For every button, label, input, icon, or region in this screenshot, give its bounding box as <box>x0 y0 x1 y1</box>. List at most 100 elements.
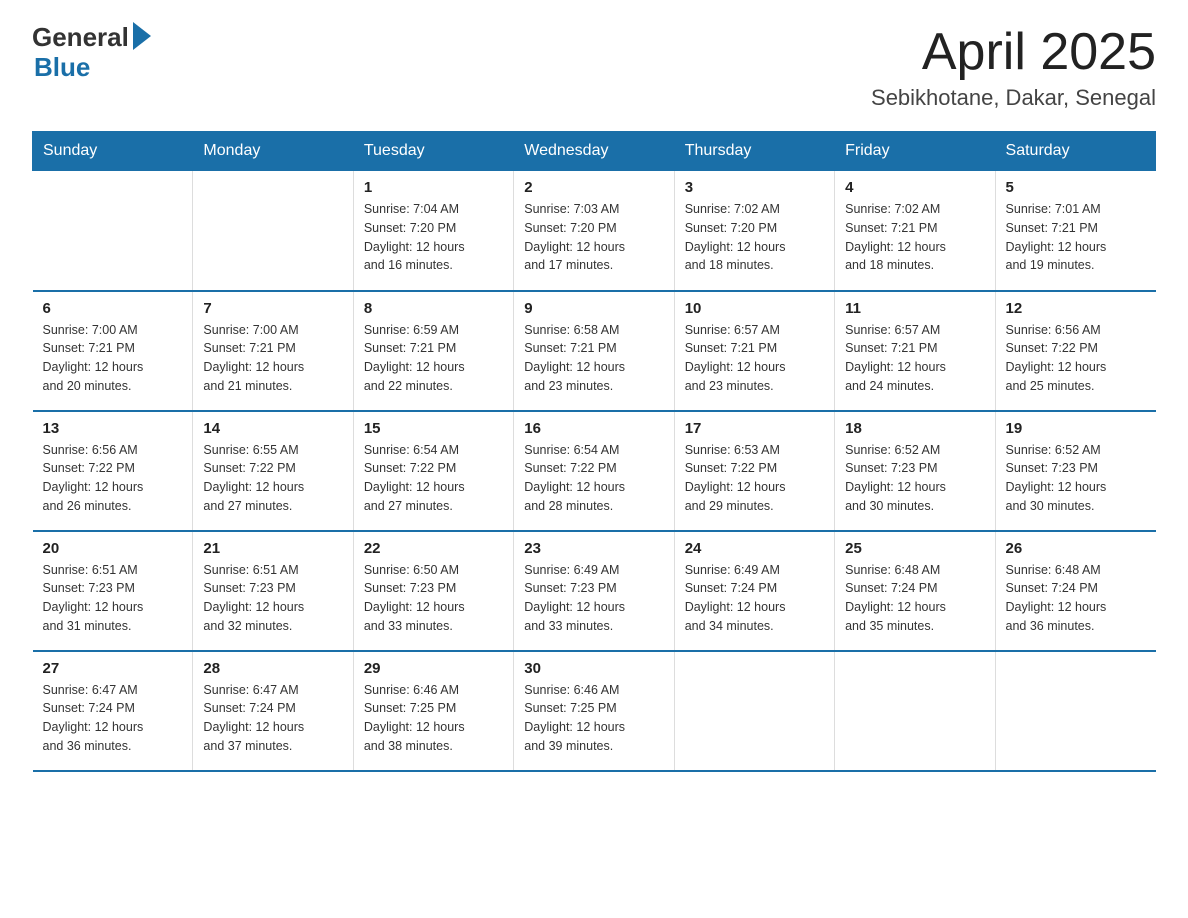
weekday-header-monday: Monday <box>193 132 353 171</box>
weekday-header-tuesday: Tuesday <box>353 132 513 171</box>
calendar-table: SundayMondayTuesdayWednesdayThursdayFrid… <box>32 131 1156 772</box>
calendar-cell: 5Sunrise: 7:01 AMSunset: 7:21 PMDaylight… <box>995 171 1155 291</box>
day-info: Sunrise: 6:58 AMSunset: 7:21 PMDaylight:… <box>524 321 663 396</box>
calendar-cell: 13 Sunrise: 6:56 AMSunset: 7:22 PMDayligh… <box>33 411 193 531</box>
day-info: Sunrise: 6:57 AMSunset: 7:21 PMDaylight:… <box>685 321 824 396</box>
day-info: Sunrise: 6:53 AMSunset: 7:22 PMDaylight:… <box>685 441 824 516</box>
day-number: 10 <box>685 300 824 317</box>
page-header: General Blue April 2025 Sebikhotane, Dak… <box>32 24 1156 111</box>
calendar-cell: 6 Sunrise: 7:00 AMSunset: 7:21 PMDaylight… <box>33 291 193 411</box>
calendar-cell: 25Sunrise: 6:48 AMSunset: 7:24 PMDayligh… <box>835 531 995 651</box>
week-row-1: 1 Sunrise: 7:04 AMSunset: 7:20 PMDaylight… <box>33 171 1156 291</box>
calendar-cell: 30 Sunrise: 6:46 AMSunset: 7:25 PMDayligh… <box>514 651 674 771</box>
day-info: Sunrise: 6:56 AMSunset: 7:22 PMDaylight:… <box>43 441 183 516</box>
day-number: 12 <box>1006 300 1146 317</box>
day-info: Sunrise: 6:57 AMSunset: 7:21 PMDaylight:… <box>845 321 984 396</box>
day-info: Sunrise: 7:01 AMSunset: 7:21 PMDaylight:… <box>1006 200 1146 275</box>
logo-blue-text: Blue <box>34 52 90 83</box>
weekday-header-sunday: Sunday <box>33 132 193 171</box>
day-info: Sunrise: 6:54 AMSunset: 7:22 PMDaylight:… <box>524 441 663 516</box>
day-info: Sunrise: 7:03 AMSunset: 7:20 PMDaylight:… <box>524 200 663 275</box>
calendar-cell: 23 Sunrise: 6:49 AMSunset: 7:23 PMDayligh… <box>514 531 674 651</box>
day-info: Sunrise: 6:52 AMSunset: 7:23 PMDaylight:… <box>845 441 984 516</box>
calendar-cell: 10 Sunrise: 6:57 AMSunset: 7:21 PMDayligh… <box>674 291 834 411</box>
day-info: Sunrise: 7:00 AMSunset: 7:21 PMDaylight:… <box>43 321 183 396</box>
calendar-cell: 4 Sunrise: 7:02 AMSunset: 7:21 PMDaylight… <box>835 171 995 291</box>
day-number: 14 <box>203 420 342 437</box>
day-number: 1 <box>364 179 503 196</box>
calendar-cell: 16 Sunrise: 6:54 AMSunset: 7:22 PMDayligh… <box>514 411 674 531</box>
day-number: 25 <box>845 540 984 557</box>
calendar-cell: 14 Sunrise: 6:55 AMSunset: 7:22 PMDayligh… <box>193 411 353 531</box>
day-info: Sunrise: 7:02 AMSunset: 7:21 PMDaylight:… <box>845 200 984 275</box>
calendar-cell <box>33 171 193 291</box>
day-number: 9 <box>524 300 663 317</box>
calendar-cell: 28Sunrise: 6:47 AMSunset: 7:24 PMDayligh… <box>193 651 353 771</box>
calendar-cell: 9 Sunrise: 6:58 AMSunset: 7:21 PMDaylight… <box>514 291 674 411</box>
calendar-body: 1 Sunrise: 7:04 AMSunset: 7:20 PMDaylight… <box>33 171 1156 771</box>
weekday-header-saturday: Saturday <box>995 132 1155 171</box>
day-number: 24 <box>685 540 824 557</box>
day-info: Sunrise: 6:49 AMSunset: 7:23 PMDaylight:… <box>524 561 663 636</box>
day-number: 15 <box>364 420 503 437</box>
calendar-cell: 22Sunrise: 6:50 AMSunset: 7:23 PMDayligh… <box>353 531 513 651</box>
calendar-cell: 19 Sunrise: 6:52 AMSunset: 7:23 PMDayligh… <box>995 411 1155 531</box>
logo: General Blue <box>32 24 151 83</box>
calendar-header: SundayMondayTuesdayWednesdayThursdayFrid… <box>33 132 1156 171</box>
day-info: Sunrise: 6:56 AMSunset: 7:22 PMDaylight:… <box>1006 321 1146 396</box>
day-info: Sunrise: 6:51 AMSunset: 7:23 PMDaylight:… <box>43 561 183 636</box>
calendar-cell: 1 Sunrise: 7:04 AMSunset: 7:20 PMDaylight… <box>353 171 513 291</box>
day-number: 2 <box>524 179 663 196</box>
day-number: 8 <box>364 300 503 317</box>
day-info: Sunrise: 6:52 AMSunset: 7:23 PMDaylight:… <box>1006 441 1146 516</box>
calendar-cell: 3Sunrise: 7:02 AMSunset: 7:20 PMDaylight… <box>674 171 834 291</box>
calendar-cell: 2 Sunrise: 7:03 AMSunset: 7:20 PMDaylight… <box>514 171 674 291</box>
day-number: 11 <box>845 300 984 317</box>
day-info: Sunrise: 6:48 AMSunset: 7:24 PMDaylight:… <box>1006 561 1146 636</box>
day-number: 16 <box>524 420 663 437</box>
location-subtitle: Sebikhotane, Dakar, Senegal <box>871 85 1156 111</box>
weekday-header-thursday: Thursday <box>674 132 834 171</box>
day-number: 13 <box>43 420 183 437</box>
day-info: Sunrise: 6:46 AMSunset: 7:25 PMDaylight:… <box>524 681 663 756</box>
weekday-header-wednesday: Wednesday <box>514 132 674 171</box>
day-number: 22 <box>364 540 503 557</box>
day-number: 6 <box>43 300 183 317</box>
day-info: Sunrise: 6:51 AMSunset: 7:23 PMDaylight:… <box>203 561 342 636</box>
day-number: 3 <box>685 179 824 196</box>
calendar-cell: 27 Sunrise: 6:47 AMSunset: 7:24 PMDayligh… <box>33 651 193 771</box>
day-info: Sunrise: 7:04 AMSunset: 7:20 PMDaylight:… <box>364 200 503 275</box>
day-number: 4 <box>845 179 984 196</box>
calendar-cell <box>674 651 834 771</box>
day-number: 18 <box>845 420 984 437</box>
day-info: Sunrise: 6:47 AMSunset: 7:24 PMDaylight:… <box>43 681 183 756</box>
day-info: Sunrise: 6:59 AMSunset: 7:21 PMDaylight:… <box>364 321 503 396</box>
weekday-header-friday: Friday <box>835 132 995 171</box>
day-number: 29 <box>364 660 503 677</box>
calendar-cell: 21 Sunrise: 6:51 AMSunset: 7:23 PMDayligh… <box>193 531 353 651</box>
calendar-cell <box>193 171 353 291</box>
calendar-cell: 8 Sunrise: 6:59 AMSunset: 7:21 PMDaylight… <box>353 291 513 411</box>
title-block: April 2025 Sebikhotane, Dakar, Senegal <box>871 24 1156 111</box>
calendar-cell: 12 Sunrise: 6:56 AMSunset: 7:22 PMDayligh… <box>995 291 1155 411</box>
day-number: 21 <box>203 540 342 557</box>
day-number: 27 <box>43 660 183 677</box>
weekday-header-row: SundayMondayTuesdayWednesdayThursdayFrid… <box>33 132 1156 171</box>
day-number: 7 <box>203 300 342 317</box>
day-info: Sunrise: 6:49 AMSunset: 7:24 PMDaylight:… <box>685 561 824 636</box>
day-info: Sunrise: 6:55 AMSunset: 7:22 PMDaylight:… <box>203 441 342 516</box>
calendar-cell: 29Sunrise: 6:46 AMSunset: 7:25 PMDayligh… <box>353 651 513 771</box>
day-number: 23 <box>524 540 663 557</box>
day-number: 30 <box>524 660 663 677</box>
day-number: 19 <box>1006 420 1146 437</box>
week-row-4: 20Sunrise: 6:51 AMSunset: 7:23 PMDayligh… <box>33 531 1156 651</box>
month-title: April 2025 <box>871 24 1156 81</box>
calendar-cell <box>995 651 1155 771</box>
day-number: 17 <box>685 420 824 437</box>
calendar-cell: 26Sunrise: 6:48 AMSunset: 7:24 PMDayligh… <box>995 531 1155 651</box>
day-info: Sunrise: 6:54 AMSunset: 7:22 PMDaylight:… <box>364 441 503 516</box>
day-number: 28 <box>203 660 342 677</box>
calendar-cell: 24 Sunrise: 6:49 AMSunset: 7:24 PMDayligh… <box>674 531 834 651</box>
calendar-cell: 17 Sunrise: 6:53 AMSunset: 7:22 PMDayligh… <box>674 411 834 531</box>
calendar-cell: 11 Sunrise: 6:57 AMSunset: 7:21 PMDayligh… <box>835 291 995 411</box>
